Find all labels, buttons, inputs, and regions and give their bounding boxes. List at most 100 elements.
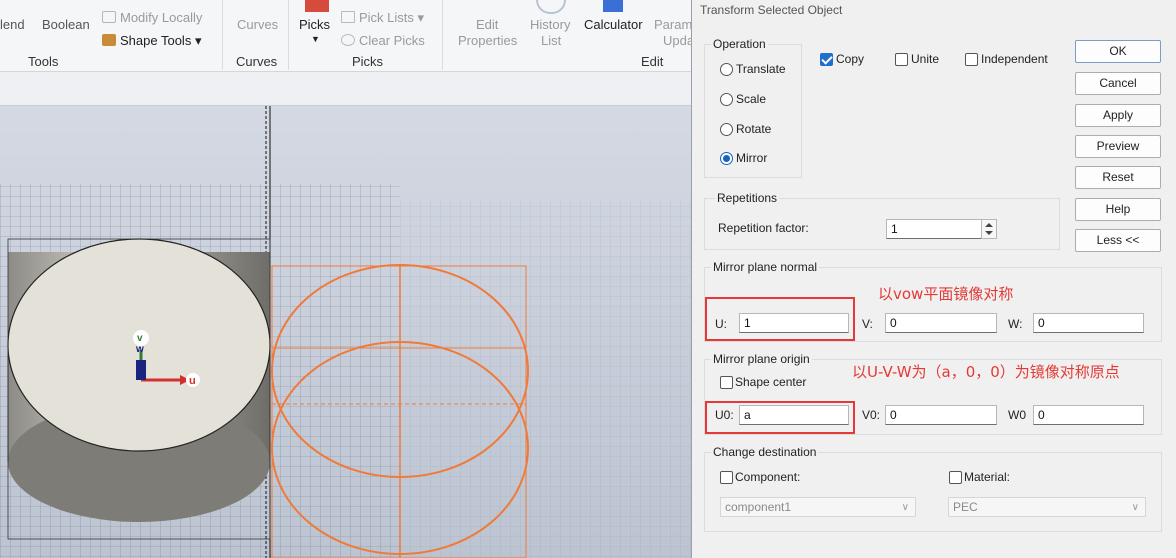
cancel-button[interactable]: Cancel [1075, 72, 1161, 95]
destination-group [704, 452, 1162, 532]
cylinder-object[interactable] [7, 238, 271, 540]
axis-u-label: u [189, 375, 196, 387]
repetitions-legend: Repetitions [715, 191, 780, 205]
origin-annotation: 以U-V-W为（a，0，0）为镜像对称原点 [852, 363, 1120, 381]
destination-legend: Change destination [711, 445, 819, 459]
edit-properties-line2[interactable]: Properties [458, 33, 517, 48]
v-label: V: [862, 317, 873, 331]
mirror-radio-circle[interactable] [720, 152, 733, 165]
w-input[interactable]: 0 [1033, 313, 1144, 333]
picks-icon [305, 0, 329, 12]
chevron-down-icon: ∨ [1131, 502, 1139, 513]
pick-lists-label: Pick Lists [359, 10, 414, 25]
modify-locally-icon [102, 11, 116, 23]
component-checkbox[interactable] [720, 471, 733, 484]
mirror-normal-legend: Mirror plane normal [711, 260, 820, 274]
dialog-title: Transform Selected Object [700, 3, 843, 17]
shape-tools-label: Shape Tools [120, 33, 192, 48]
ribbon-separator [442, 0, 443, 70]
tools-group-label: Tools [28, 54, 59, 69]
rotate-radio-circle[interactable] [720, 123, 733, 136]
material-checkbox[interactable] [949, 471, 962, 484]
u0-label: U0: [715, 408, 734, 422]
translate-radio-circle[interactable] [720, 63, 733, 76]
reset-button[interactable]: Reset [1075, 166, 1161, 189]
mirror-label[interactable]: Mirror [736, 151, 767, 165]
operation-legend: Operation [711, 37, 768, 51]
repetition-factor-spinner[interactable] [981, 219, 997, 239]
history-list-line2[interactable]: List [541, 33, 561, 48]
preview-button[interactable]: Preview [1075, 135, 1161, 158]
axis-w-label: w [135, 344, 144, 355]
ribbon-separator [288, 0, 289, 70]
material-select[interactable]: PEC ∨ [948, 497, 1146, 517]
history-list-icon [536, 0, 566, 14]
picks-group-label: Picks [352, 54, 384, 69]
clear-picks-button[interactable]: Clear Picks [341, 33, 425, 48]
transform-dialog: Transform Selected Object Operation Tran… [691, 0, 1176, 558]
component-select[interactable]: component1 ∨ [720, 497, 916, 517]
viewport-scene: u v w [0, 106, 700, 558]
independent-label[interactable]: Independent [981, 52, 1048, 66]
unite-label[interactable]: Unite [911, 52, 939, 66]
chevron-down-icon: ▼ [311, 34, 320, 44]
calculator-icon [603, 0, 623, 12]
shape-center-label[interactable]: Shape center [735, 375, 806, 389]
u-label: U: [715, 317, 727, 331]
repetition-factor-label: Repetition factor: [718, 221, 809, 235]
v-input[interactable]: 0 [885, 313, 997, 333]
curves-button[interactable]: Curves [237, 17, 278, 32]
scale-label[interactable]: Scale [736, 92, 766, 106]
parameter-update-line2[interactable]: Upda [663, 33, 694, 48]
blend-button[interactable]: lend [0, 17, 25, 32]
modify-locally-label: Modify Locally [120, 10, 203, 25]
less-button[interactable]: Less << [1075, 229, 1161, 252]
w0-label: W0 [1008, 408, 1026, 422]
clear-picks-icon [341, 34, 355, 46]
rotate-label[interactable]: Rotate [736, 122, 771, 136]
component-label[interactable]: Component: [735, 470, 800, 484]
u-input[interactable]: 1 [739, 313, 849, 333]
copy-checkbox[interactable] [820, 53, 833, 66]
scale-radio-circle[interactable] [720, 93, 733, 106]
chevron-down-icon: ▾ [413, 10, 425, 25]
spin-down-icon[interactable] [985, 231, 993, 235]
pick-lists-icon [341, 11, 355, 23]
shape-center-checkbox[interactable] [720, 376, 733, 389]
chevron-down-icon: ∨ [901, 502, 909, 513]
w-label: W: [1008, 317, 1023, 331]
picks-button[interactable]: Picks [299, 17, 330, 32]
parameter-update-line1[interactable]: Param [654, 17, 692, 32]
repetition-factor-input[interactable]: 1 [886, 219, 982, 239]
boolean-button[interactable]: Boolean [42, 17, 90, 32]
clear-picks-label: Clear Picks [359, 33, 425, 48]
shape-tools-icon [102, 34, 116, 46]
apply-button[interactable]: Apply [1075, 104, 1161, 127]
calculator-button[interactable]: Calculator [584, 17, 643, 32]
help-button[interactable]: Help [1075, 198, 1161, 221]
history-list-line1[interactable]: History [530, 17, 570, 32]
3d-viewport[interactable]: u v w [0, 106, 700, 558]
unite-checkbox[interactable] [895, 53, 908, 66]
ribbon-subbar [0, 72, 700, 106]
independent-checkbox[interactable] [965, 53, 978, 66]
material-label[interactable]: Material: [964, 470, 1010, 484]
u0-input[interactable]: a [739, 405, 849, 425]
translate-label[interactable]: Translate [736, 62, 786, 76]
shape-tools-button[interactable]: Shape Tools ▾ [102, 33, 201, 49]
copy-label[interactable]: Copy [836, 52, 864, 66]
ok-button[interactable]: OK [1075, 40, 1161, 63]
edit-properties-line1[interactable]: Edit [476, 17, 498, 32]
ribbon: lend Boolean Modify Locally Shape Tools … [0, 0, 700, 72]
pick-lists-button[interactable]: Pick Lists ▾ [341, 10, 424, 26]
w0-input[interactable]: 0 [1033, 405, 1144, 425]
edit-group-label: Edit [641, 54, 664, 69]
grid-plane-far [400, 201, 700, 558]
material-select-value: PEC [953, 500, 978, 514]
modify-locally-button[interactable]: Modify Locally [102, 10, 202, 25]
v0-input[interactable]: 0 [885, 405, 997, 425]
ribbon-separator [222, 0, 223, 70]
axis-v-label: v [137, 333, 143, 344]
spin-up-icon[interactable] [985, 223, 993, 227]
mirror-origin-legend: Mirror plane origin [711, 352, 812, 366]
